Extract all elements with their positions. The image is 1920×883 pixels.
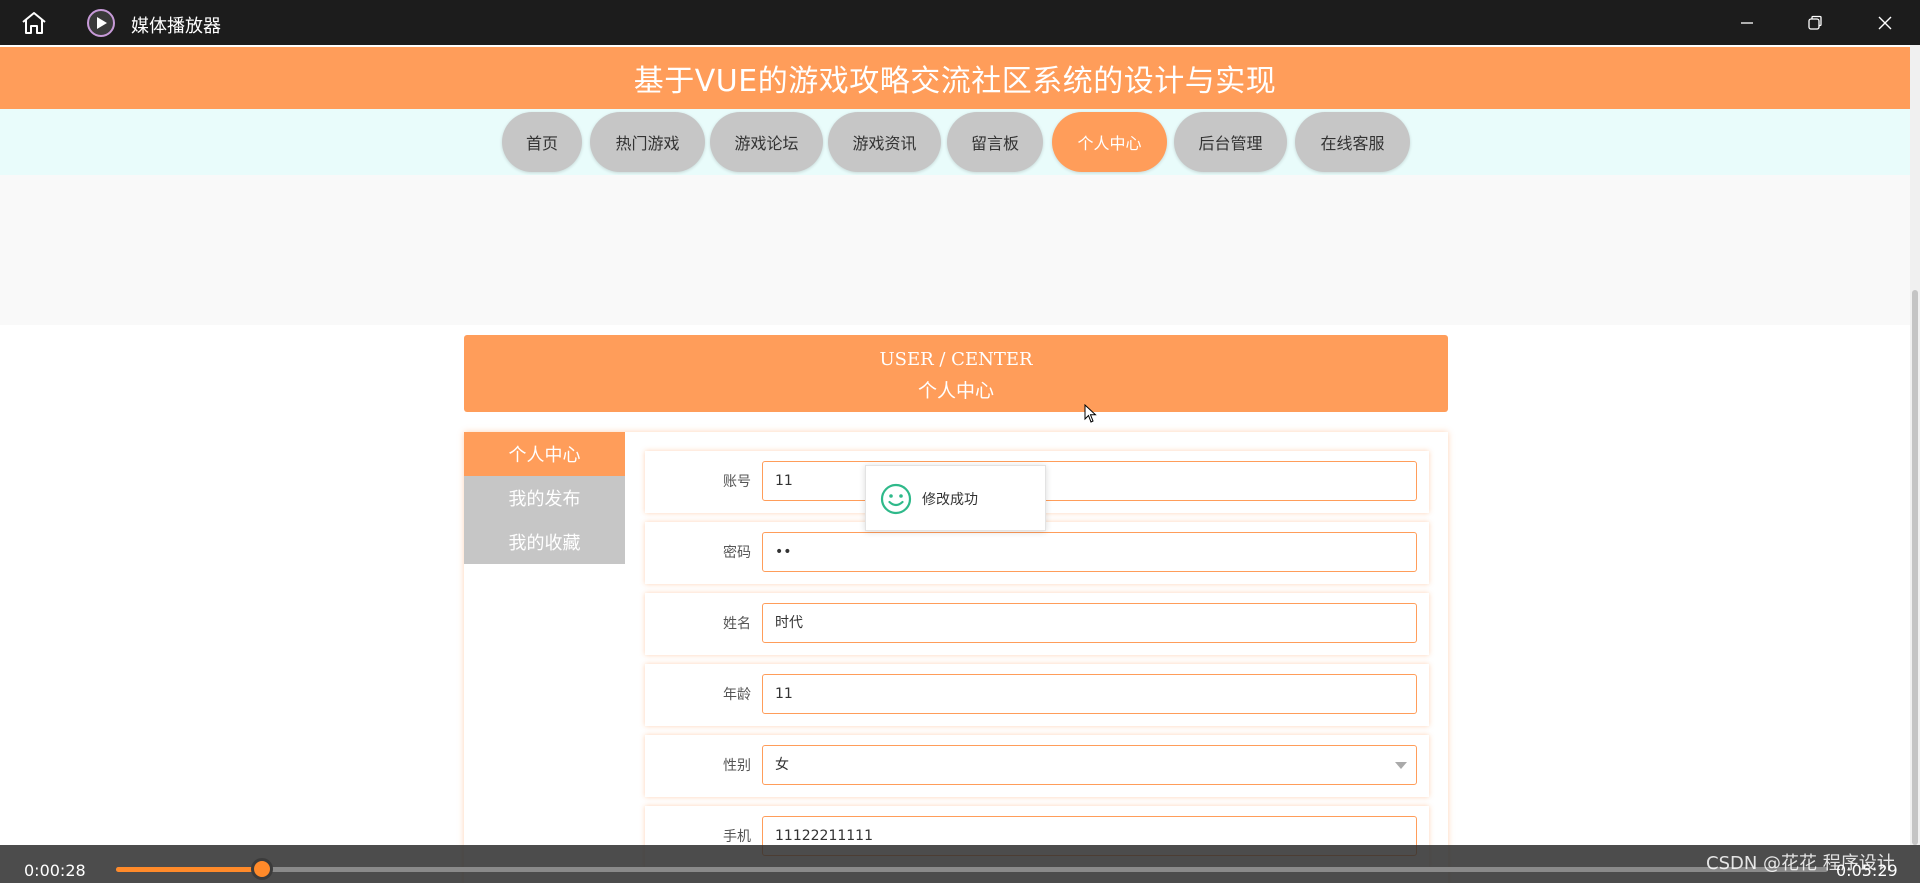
site-banner: 基于VUE的游戏攻略交流社区系统的设计与实现 [0,47,1910,109]
nav-item-news[interactable]: 游戏资讯 [828,112,941,172]
user-center-header: USER / CENTER 个人中心 [464,335,1448,412]
media-player-bar: 0:00:28 0:05:29 [0,845,1920,883]
close-icon [1878,16,1892,30]
csdn-watermark: CSDN @花花 程序设计 [1706,853,1895,874]
scrollbar-thumb[interactable] [1912,290,1918,845]
close-button[interactable] [1862,7,1908,39]
play-circle-icon [87,9,115,37]
nav-item-forum[interactable]: 游戏论坛 [710,112,823,172]
nav-item-hot-games[interactable]: 热门游戏 [590,112,705,172]
account-input[interactable]: 11 [762,461,1417,501]
gender-label: 性别 [723,758,751,774]
site-title: 基于VUE的游戏攻略交流社区系统的设计与实现 [633,64,1277,99]
mouse-cursor-icon [1084,403,1098,428]
age-label: 年龄 [723,687,751,703]
user-center-title-en: USER / CENTER [879,349,1033,370]
minimize-button[interactable] [1724,7,1770,39]
user-center-sidebar: 个人中心 我的发布 我的收藏 [464,432,625,564]
minimize-icon [1741,22,1753,24]
restore-icon [1808,15,1822,30]
window-title: 媒体播放器 [131,16,221,37]
form-row-gender: 性别 女 [645,735,1429,797]
home-icon[interactable] [20,10,50,36]
name-label: 姓名 [723,616,751,632]
sidebar-item-my-favorites[interactable]: 我的收藏 [464,520,625,564]
form-row-password: 密码 •• [645,522,1429,584]
main-nav: 首页 热门游戏 游戏论坛 游戏资讯 留言板 个人中心 后台管理 在线客服 [0,109,1910,175]
nav-item-user-center[interactable]: 个人中心 [1052,112,1167,172]
toast-message: 修改成功 [922,492,978,508]
nav-item-online-service[interactable]: 在线客服 [1295,112,1410,172]
password-label: 密码 [723,545,751,561]
app-window: 媒体播放器 基于VUE的游戏攻略交流社区系统的设计与实现 首页 热门游戏 游戏论… [0,0,1920,883]
success-toast: 修改成功 [865,465,1046,531]
current-time: 0:00:28 [24,861,86,880]
name-input[interactable]: 时代 [762,603,1417,643]
sidebar-item-user-center[interactable]: 个人中心 [464,432,625,476]
nav-item-message-board[interactable]: 留言板 [947,112,1043,172]
chevron-down-icon [1395,762,1407,769]
nav-item-home[interactable]: 首页 [502,112,582,172]
title-bar: 媒体播放器 [0,0,1920,45]
seek-thumb[interactable] [251,858,273,880]
sidebar-item-my-posts[interactable]: 我的发布 [464,476,625,520]
seek-progress [116,867,262,872]
gender-select[interactable]: 女 [762,745,1417,785]
banner-spacer [0,175,1910,325]
account-label: 账号 [723,474,751,490]
user-center-title-cn: 个人中心 [917,380,994,402]
age-input[interactable]: 11 [762,674,1417,714]
smile-icon [880,483,912,519]
form-row-name: 姓名 时代 [645,593,1429,655]
form-row-age: 年龄 11 [645,664,1429,726]
password-input[interactable]: •• [762,532,1417,572]
restore-button[interactable] [1792,7,1838,39]
nav-item-admin[interactable]: 后台管理 [1174,112,1287,172]
seek-bar[interactable] [116,867,1828,872]
